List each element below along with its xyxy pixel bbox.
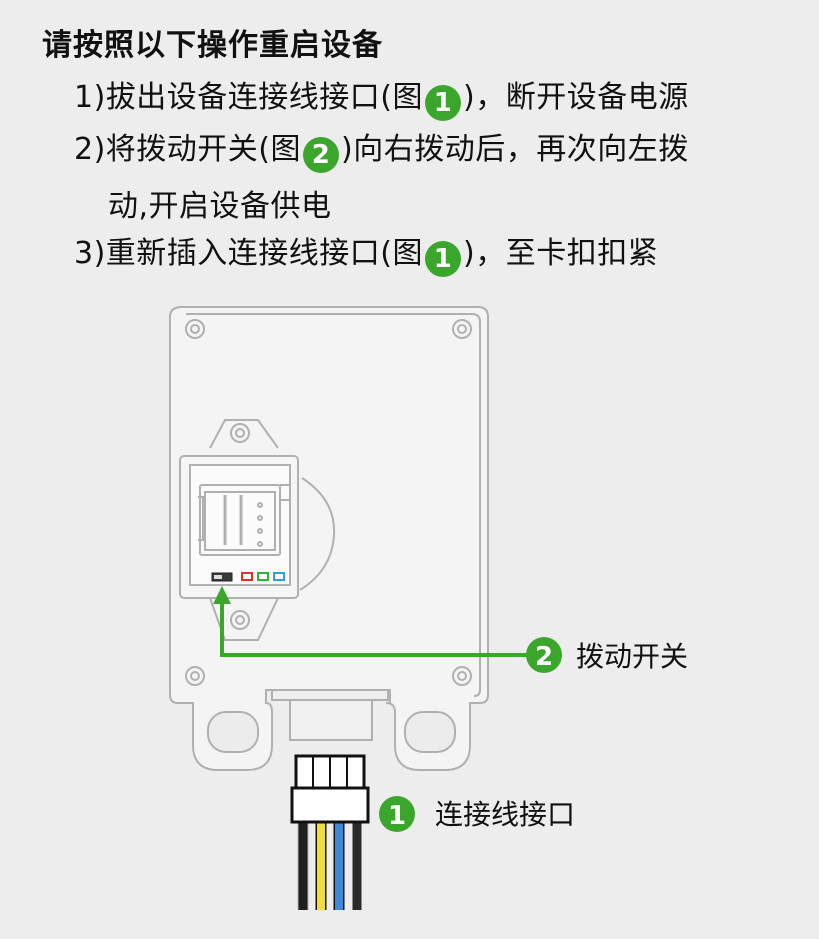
connector-wires (297, 820, 362, 910)
device-diagram: 2 拨动开关 1 连接线接口 (169, 306, 688, 910)
callout-1-number: 1 (388, 801, 406, 831)
connector-plug (290, 754, 370, 824)
callout-2-label: 拨动开关 (576, 640, 688, 673)
callout-2-number: 2 (535, 642, 553, 672)
callout-1-label: 连接线接口 (435, 798, 575, 831)
device-body (169, 306, 489, 771)
